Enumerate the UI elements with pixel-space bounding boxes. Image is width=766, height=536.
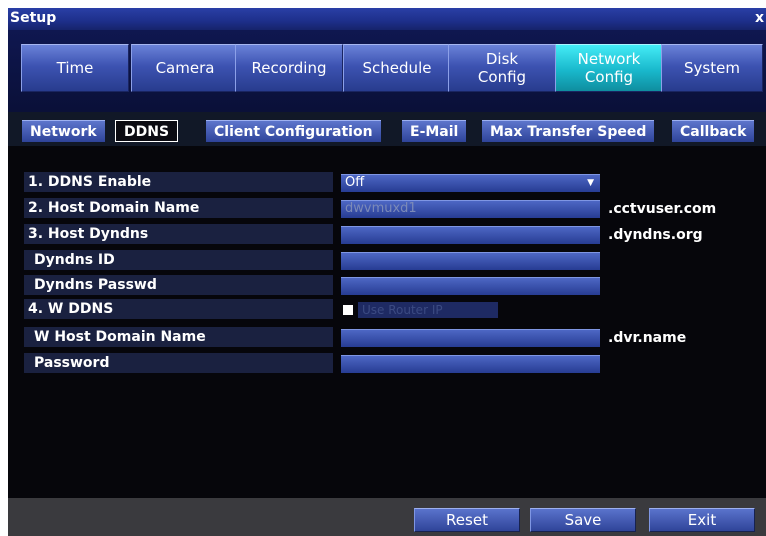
subtab-callback[interactable]: Callback bbox=[672, 120, 755, 142]
sub-tab-bar: Network DDNS Client Configuration E-Mail… bbox=[8, 112, 766, 146]
reset-button[interactable]: Reset bbox=[414, 508, 520, 532]
tab-system[interactable]: System bbox=[661, 44, 763, 92]
title-bar: Setup x bbox=[8, 8, 766, 30]
tab-recording[interactable]: Recording bbox=[235, 44, 343, 92]
dyndns-passwd-input[interactable] bbox=[341, 277, 600, 295]
main-tab-bar: Time Camera Recording Schedule Disk Conf… bbox=[8, 30, 766, 112]
host-domain-name-label: 2. Host Domain Name bbox=[24, 198, 333, 218]
save-button[interactable]: Save bbox=[530, 508, 636, 532]
tab-schedule[interactable]: Schedule bbox=[343, 44, 451, 92]
dyndns-id-row: Dyndns ID bbox=[24, 250, 604, 272]
host-domain-name-row: 2. Host Domain Name dwvmuxd1 .cctvuser.c… bbox=[24, 198, 716, 220]
host-domain-suffix: .cctvuser.com bbox=[608, 201, 717, 217]
dyndns-id-input[interactable] bbox=[341, 252, 600, 270]
ddns-enable-label: 1. DDNS Enable bbox=[24, 172, 333, 192]
exit-button[interactable]: Exit bbox=[649, 508, 755, 532]
dyndns-passwd-label: Dyndns Passwd bbox=[24, 275, 333, 295]
w-host-domain-name-input[interactable] bbox=[341, 329, 600, 347]
w-host-domain-name-row: W Host Domain Name .dvr.name bbox=[24, 327, 686, 349]
w-ddns-row: 4. W DDNS Use Router IP bbox=[24, 299, 604, 321]
host-domain-name-input[interactable]: dwvmuxd1 bbox=[341, 200, 600, 218]
action-bar: Reset Save Exit bbox=[8, 498, 766, 536]
tab-time[interactable]: Time bbox=[21, 44, 129, 92]
dyndns-passwd-row: Dyndns Passwd bbox=[24, 275, 604, 297]
tab-label: System bbox=[684, 59, 740, 77]
password-input[interactable] bbox=[341, 355, 600, 373]
tab-camera[interactable]: Camera bbox=[131, 44, 239, 92]
w-ddns-label: 4. W DDNS bbox=[24, 299, 333, 319]
subtab-network[interactable]: Network bbox=[22, 120, 105, 142]
tab-label: Disk Config bbox=[477, 50, 527, 86]
ddns-settings-panel: 1. DDNS Enable Off ▼ 2. Host Domain Name… bbox=[8, 146, 766, 498]
tab-label: Camera bbox=[155, 59, 215, 77]
use-router-ip-checkbox[interactable] bbox=[343, 305, 353, 315]
tab-label: Time bbox=[56, 59, 94, 77]
use-router-ip-label: Use Router IP bbox=[358, 302, 498, 318]
password-label: Password bbox=[24, 353, 333, 373]
tab-network-config[interactable]: Network Config bbox=[555, 44, 663, 92]
setup-window: Setup x Time Camera Recording Schedule D… bbox=[8, 8, 766, 536]
host-dyndns-label: 3. Host Dyndns bbox=[24, 224, 333, 244]
window-title: Setup bbox=[10, 10, 57, 26]
ddns-enable-value: Off bbox=[345, 175, 365, 190]
ddns-enable-select[interactable]: Off ▼ bbox=[341, 174, 600, 192]
subtab-e-mail[interactable]: E-Mail bbox=[402, 120, 467, 142]
dyndns-id-label: Dyndns ID bbox=[24, 250, 333, 270]
subtab-client-configuration[interactable]: Client Configuration bbox=[206, 120, 381, 142]
close-icon[interactable]: x bbox=[755, 10, 764, 26]
ddns-enable-row: 1. DDNS Enable Off ▼ bbox=[24, 172, 604, 194]
password-row: Password bbox=[24, 353, 604, 375]
tab-label: Network Config bbox=[577, 50, 641, 86]
host-dyndns-suffix: .dyndns.org bbox=[608, 227, 703, 243]
tab-label: Schedule bbox=[362, 59, 432, 77]
chevron-down-icon: ▼ bbox=[587, 178, 594, 188]
tab-label: Recording bbox=[251, 59, 327, 77]
host-dyndns-input[interactable] bbox=[341, 226, 600, 244]
tab-disk-config[interactable]: Disk Config bbox=[448, 44, 556, 92]
w-host-domain-suffix: .dvr.name bbox=[608, 330, 687, 346]
subtab-max-transfer-speed[interactable]: Max Transfer Speed bbox=[482, 120, 655, 142]
subtab-ddns[interactable]: DDNS bbox=[115, 120, 179, 142]
host-dyndns-row: 3. Host Dyndns .dyndns.org bbox=[24, 224, 703, 246]
w-host-domain-name-label: W Host Domain Name bbox=[24, 327, 333, 347]
